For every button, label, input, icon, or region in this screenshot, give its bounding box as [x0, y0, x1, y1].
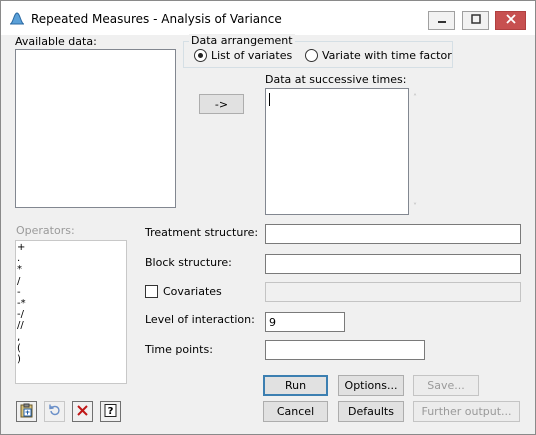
- maximize-icon: [470, 14, 481, 27]
- treatment-structure-field[interactable]: [265, 224, 521, 244]
- options-button[interactable]: Options...: [338, 375, 404, 396]
- variate-with-time-factor-radio[interactable]: [305, 49, 318, 62]
- clear-icon: [75, 403, 90, 421]
- level-of-interaction-label: Level of interaction:: [145, 313, 255, 326]
- defaults-button[interactable]: Defaults: [338, 401, 404, 422]
- cancel-button[interactable]: Cancel: [263, 401, 328, 422]
- scroll-down-icon[interactable]: ˅: [413, 202, 417, 211]
- operator-item[interactable]: -*: [17, 298, 26, 309]
- available-data-list[interactable]: [15, 49, 176, 208]
- operator-item[interactable]: (: [17, 343, 26, 354]
- operators-items: + . * / - -* -/ // , ( ): [17, 242, 26, 365]
- list-of-variates-label[interactable]: List of variates: [211, 49, 292, 62]
- operator-item[interactable]: ,: [17, 332, 26, 343]
- list-of-variates-radio[interactable]: [194, 49, 207, 62]
- title-bar[interactable]: Repeated Measures - Analysis of Variance: [1, 1, 535, 35]
- clear-button[interactable]: [72, 401, 93, 422]
- help-icon: ?: [103, 403, 118, 421]
- save-button[interactable]: Save...: [413, 375, 479, 396]
- transfer-button[interactable]: ->: [199, 94, 244, 114]
- covariates-field[interactable]: [265, 282, 521, 302]
- operator-item[interactable]: /: [17, 276, 26, 287]
- data-arrangement-label: Data arrangement: [189, 34, 295, 47]
- block-structure-label: Block structure:: [145, 256, 232, 269]
- variate-with-time-factor-label[interactable]: Variate with time factor: [322, 49, 452, 62]
- level-of-interaction-field[interactable]: 9: [265, 312, 345, 332]
- operator-item[interactable]: .: [17, 253, 26, 264]
- window-title: Repeated Measures - Analysis of Variance: [31, 12, 282, 26]
- available-data-label: Available data:: [15, 35, 97, 48]
- close-icon: [505, 14, 516, 27]
- treatment-structure-label: Treatment structure:: [145, 226, 259, 239]
- operator-item[interactable]: //: [17, 320, 26, 331]
- operator-item[interactable]: -/: [17, 309, 26, 320]
- operator-item[interactable]: *: [17, 264, 26, 275]
- undo-icon: [47, 403, 62, 421]
- transfer-button-label: ->: [214, 97, 229, 111]
- operator-item[interactable]: ): [17, 354, 26, 365]
- operators-label: Operators:: [16, 224, 75, 237]
- scroll-up-icon[interactable]: ˄: [413, 93, 417, 102]
- further-output-button[interactable]: Further output...: [413, 401, 520, 422]
- covariates-checkbox[interactable]: [145, 285, 158, 298]
- chart-icon: [9, 11, 25, 25]
- time-points-label: Time points:: [145, 343, 213, 356]
- text-cursor: [269, 93, 270, 106]
- operator-item[interactable]: +: [17, 242, 26, 253]
- minimize-icon: [437, 14, 447, 27]
- minimize-button[interactable]: [428, 11, 455, 30]
- svg-text:?: ?: [108, 406, 114, 417]
- successive-times-label: Data at successive times:: [265, 73, 407, 86]
- operators-list[interactable]: + . * / - -* -/ // , ( ): [15, 240, 127, 384]
- operator-item[interactable]: -: [17, 287, 26, 298]
- undo-button[interactable]: [44, 401, 65, 422]
- clipboard-icon: [19, 403, 34, 421]
- run-button[interactable]: Run: [263, 375, 328, 396]
- block-structure-field[interactable]: [265, 254, 521, 274]
- dialog-window: Repeated Measures - Analysis of Variance…: [0, 0, 536, 435]
- covariates-label[interactable]: Covariates: [163, 285, 222, 298]
- help-button[interactable]: ?: [100, 401, 121, 422]
- time-points-field[interactable]: [265, 340, 425, 360]
- close-button[interactable]: [495, 11, 526, 30]
- successive-times-list[interactable]: [265, 88, 409, 215]
- maximize-button[interactable]: [462, 11, 489, 30]
- clipboard-button[interactable]: [16, 401, 37, 422]
